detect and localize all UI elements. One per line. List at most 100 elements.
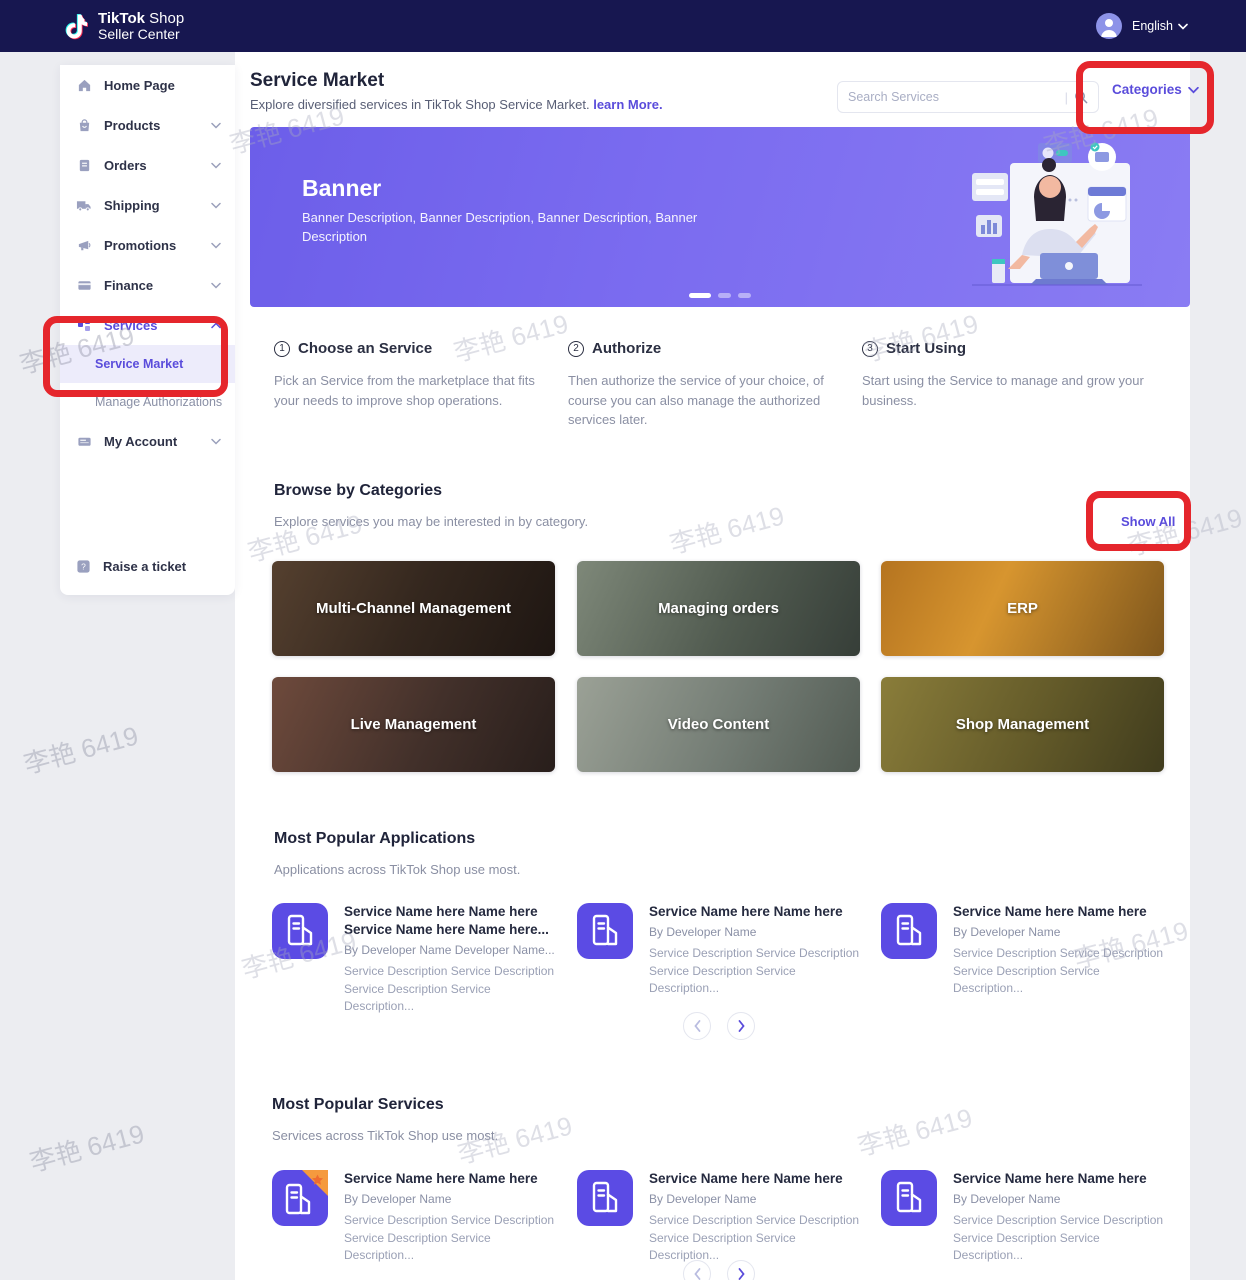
step-title: Start Using — [886, 340, 966, 357]
service-title: Service Name here Name here — [649, 1170, 862, 1188]
banner-description: Banner Description, Banner Description, … — [302, 209, 702, 247]
chevron-down-icon — [1178, 23, 1188, 30]
page-subtitle-text: Explore diversified services in TikTok S… — [250, 97, 590, 112]
chevron-down-icon — [211, 162, 221, 169]
step-number: 3 — [862, 341, 878, 357]
raise-ticket-button[interactable]: ? Raise a ticket — [60, 547, 235, 585]
megaphone-icon — [76, 237, 92, 253]
service-building-icon — [881, 1170, 937, 1226]
sidebar-item-shipping[interactable]: Shipping — [60, 185, 235, 225]
sidebar-subitem-label: Service Market — [95, 357, 183, 371]
popular-apps-subtitle: Applications across TikTok Shop use most… — [274, 862, 520, 877]
bag-icon — [76, 117, 92, 133]
service-title: Service Name here Name here Service Name… — [344, 903, 557, 939]
browse-categories-subtitle: Explore services you may be interested i… — [274, 514, 588, 529]
step-number: 2 — [568, 341, 584, 357]
step-body: Start using the Service to manage and gr… — [862, 371, 1154, 410]
step-title: Authorize — [592, 340, 661, 357]
step-number: 1 — [274, 341, 290, 357]
chevron-down-icon — [211, 202, 221, 209]
service-building-icon — [577, 903, 633, 959]
search-input[interactable] — [848, 90, 1065, 104]
category-card-multi-channel[interactable]: Multi-Channel Management — [272, 561, 555, 656]
popular-services-subtitle: Services across TikTok Shop use most. — [272, 1128, 498, 1143]
chevron-down-icon — [211, 438, 221, 445]
category-card-managing-orders[interactable]: Managing orders — [577, 561, 860, 656]
step-title: Choose an Service — [298, 340, 432, 357]
banner-dot-3[interactable] — [738, 293, 751, 298]
search-icon[interactable] — [1074, 90, 1088, 104]
category-label: Managing orders — [618, 596, 819, 622]
service-card[interactable]: Service Name here Name here By Developer… — [272, 1170, 557, 1264]
service-description: Service Description Service Description … — [953, 1212, 1166, 1264]
banner-illustration — [952, 135, 1162, 300]
account-card-icon — [76, 433, 92, 449]
sidebar-item-label: Services — [104, 318, 211, 333]
top-bar: TikTok Shop Seller Center English — [0, 0, 1246, 52]
category-card-live-management[interactable]: Live Management — [272, 677, 555, 772]
sidebar-item-my-account[interactable]: My Account — [60, 421, 235, 461]
sidebar-item-promotions[interactable]: Promotions — [60, 225, 235, 265]
step-body: Then authorize the service of your choic… — [568, 371, 836, 430]
banner-carousel[interactable]: Banner Banner Description, Banner Descri… — [250, 127, 1190, 307]
app-card[interactable]: Service Name here Name here Service Name… — [272, 903, 557, 1016]
sidebar-item-label: Finance — [104, 278, 211, 293]
question-icon: ? — [76, 559, 91, 574]
prev-page-button[interactable] — [683, 1260, 711, 1280]
service-card[interactable]: Service Name here Name here By Developer… — [881, 1170, 1166, 1264]
service-building-icon — [577, 1170, 633, 1226]
categories-dropdown[interactable]: Categories — [1112, 82, 1199, 97]
learn-more-link[interactable]: learn More. — [593, 97, 662, 112]
categories-label: Categories — [1112, 82, 1182, 97]
sidebar-item-orders[interactable]: Orders — [60, 145, 235, 185]
services-pager — [683, 1260, 755, 1280]
category-label: Multi-Channel Management — [276, 596, 551, 622]
service-developer: By Developer Name Developer Name... — [344, 943, 557, 957]
banner-dot-1[interactable] — [689, 293, 711, 298]
browse-categories-title: Browse by Categories — [274, 482, 442, 500]
sidebar-subitem-manage-authorizations[interactable]: Manage Authorizations — [60, 383, 235, 421]
search-box: | — [837, 81, 1099, 113]
logo-seller-center: Seller Center — [98, 27, 184, 42]
raise-ticket-label: Raise a ticket — [103, 559, 186, 574]
service-card[interactable]: Service Name here Name here By Developer… — [577, 1170, 862, 1264]
service-building-icon — [881, 903, 937, 959]
prev-page-button[interactable] — [683, 1012, 711, 1040]
home-icon — [76, 77, 92, 93]
service-developer: By Developer Name — [649, 1192, 862, 1206]
app-card[interactable]: Service Name here Name here By Developer… — [577, 903, 862, 997]
avatar[interactable] — [1096, 13, 1122, 39]
banner-dot-2[interactable] — [718, 293, 731, 298]
step-authorize: 2 Authorize Then authorize the service of… — [568, 340, 836, 430]
service-description: Service Description Service Description … — [953, 945, 1166, 997]
sidebar-item-finance[interactable]: Finance — [60, 265, 235, 305]
user-area: English — [1096, 13, 1188, 39]
sidebar-subitem-service-market[interactable]: Service Market — [60, 345, 235, 383]
category-label: ERP — [967, 596, 1078, 622]
tiktok-shop-logo[interactable]: TikTok Shop Seller Center — [60, 9, 184, 43]
category-card-erp[interactable]: ERP — [881, 561, 1164, 656]
category-card-video-content[interactable]: Video Content — [577, 677, 860, 772]
app-card[interactable]: Service Name here Name here By Developer… — [881, 903, 1166, 997]
card-icon — [76, 277, 92, 293]
sidebar: Home Page Products Orders Shipping Promo… — [60, 65, 235, 595]
next-page-button[interactable] — [727, 1260, 755, 1280]
sidebar-item-home[interactable]: Home Page — [60, 65, 235, 105]
page-subtitle: Explore diversified services in TikTok S… — [250, 97, 663, 112]
truck-icon — [76, 197, 92, 213]
sidebar-item-products[interactable]: Products — [60, 105, 235, 145]
service-developer: By Developer Name — [953, 925, 1166, 939]
chevron-down-icon — [211, 282, 221, 289]
next-page-button[interactable] — [727, 1012, 755, 1040]
sidebar-item-services[interactable]: Services — [60, 305, 235, 345]
sidebar-item-label: Orders — [104, 158, 211, 173]
banner-dots — [689, 293, 751, 298]
service-description: Service Description Service Description … — [649, 1212, 862, 1264]
show-all-link[interactable]: Show All — [1121, 514, 1175, 529]
service-developer: By Developer Name — [344, 1192, 557, 1206]
banner-title: Banner — [302, 175, 381, 202]
category-card-shop-management[interactable]: Shop Management — [881, 677, 1164, 772]
service-building-icon-starred — [272, 1170, 328, 1226]
language-selector[interactable]: English — [1132, 19, 1188, 33]
app-root: TikTok Shop Seller Center English Home P… — [0, 0, 1246, 1280]
